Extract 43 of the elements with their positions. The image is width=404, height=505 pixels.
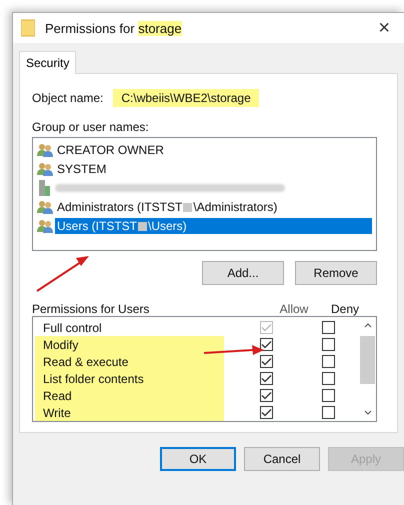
- folder-icon: [21, 19, 35, 37]
- allow-checkbox[interactable]: [260, 372, 272, 386]
- deny-checkbox[interactable]: [322, 338, 334, 352]
- scroll-down-icon[interactable]: [364, 410, 372, 416]
- users-icon: [37, 219, 53, 234]
- tab[interactable]: Security: [19, 51, 76, 74]
- allow-header: Allow: [278, 302, 310, 316]
- object-name-value: C:\wbeiis\WBE2\storage: [113, 88, 259, 107]
- permission-name: Read & execute: [43, 354, 130, 369]
- users-icon: [37, 200, 53, 214]
- annotation-arrow: [35, 253, 91, 293]
- deny-checkbox[interactable]: [322, 406, 334, 420]
- users-icon: [37, 143, 53, 158]
- allow-checkbox[interactable]: [260, 389, 272, 402]
- permission-name: Write: [43, 406, 72, 420]
- users-icon: [37, 162, 53, 176]
- deny-checkbox[interactable]: [322, 355, 334, 368]
- permissions-label: Permissions for Users: [32, 302, 150, 316]
- permission-name: Full control: [43, 320, 103, 335]
- user-list-item[interactable]: Users (ITSTST \Users): [55, 218, 372, 234]
- deny-checkbox[interactable]: [322, 389, 334, 402]
- allow-checkbox[interactable]: [260, 355, 272, 368]
- scroll-up-icon[interactable]: [364, 323, 372, 328]
- user-list-item[interactable]: Administrators (ITSTST \Administrators): [55, 199, 280, 216]
- deny-header: Deny: [331, 302, 360, 316]
- user-list-item[interactable]: SYSTEM: [55, 161, 108, 178]
- building-icon: [37, 180, 53, 196]
- close-button[interactable]: ×: [372, 16, 396, 40]
- object-name-label: Object name:: [32, 90, 104, 105]
- remove-button[interactable]: Remove: [295, 261, 377, 286]
- permission-name: List folder contents: [43, 372, 145, 386]
- group-list-label: Group or user names:: [32, 120, 150, 134]
- window-title: Permissions for storage: [45, 20, 183, 36]
- annotation-arrow: [203, 345, 265, 357]
- deny-checkbox[interactable]: [322, 321, 334, 334]
- ok-button[interactable]: OK: [160, 447, 236, 471]
- permission-name: Modify: [43, 338, 80, 352]
- allow-checkbox[interactable]: [260, 406, 272, 420]
- permission-name: Read: [43, 388, 73, 403]
- cancel-button[interactable]: Cancel: [244, 447, 320, 471]
- add-button[interactable]: Add...: [202, 261, 284, 286]
- user-list-item[interactable]: CREATOR OWNER: [55, 142, 166, 158]
- deny-checkbox[interactable]: [322, 372, 334, 386]
